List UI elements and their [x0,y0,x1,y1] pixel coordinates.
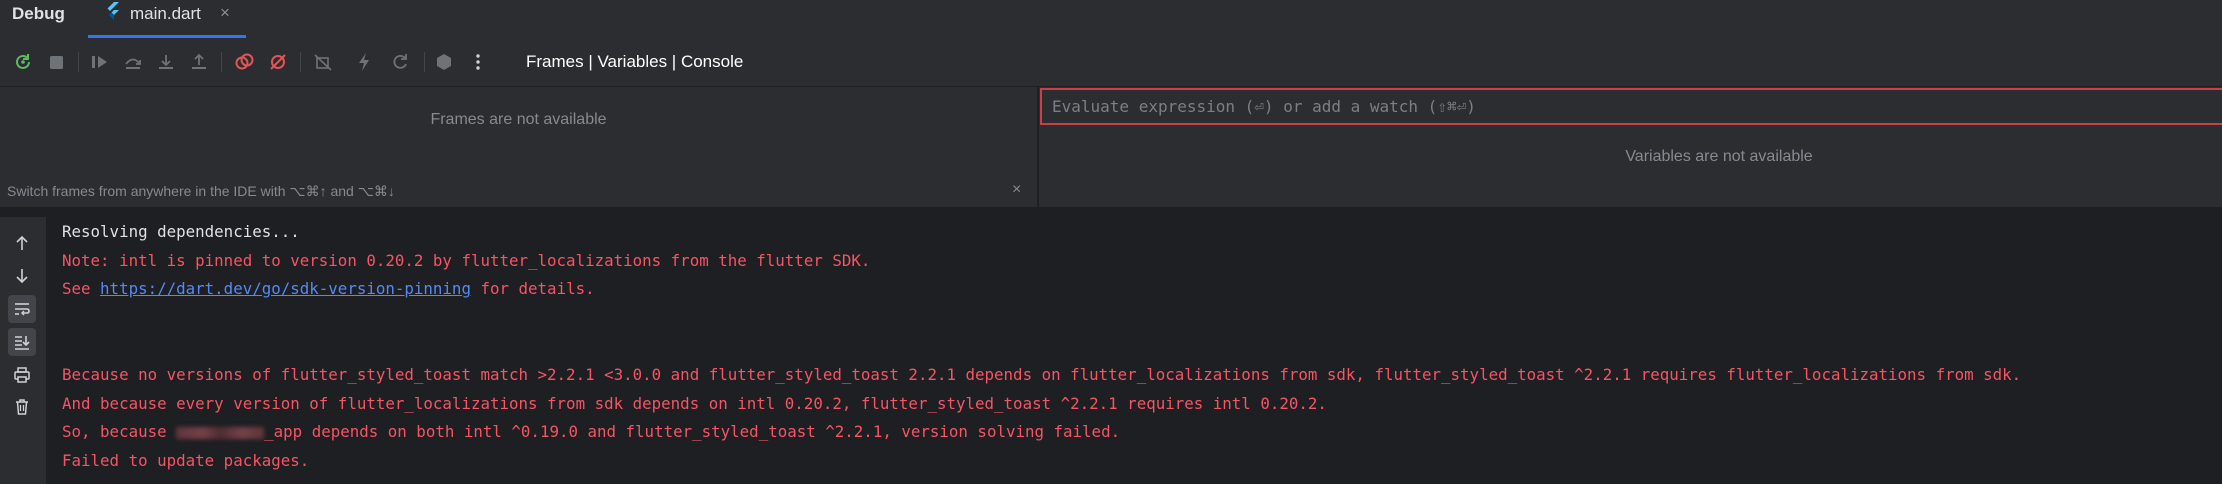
rerun-icon[interactable] [11,50,35,74]
hot-restart-icon[interactable] [388,50,412,74]
step-into-icon[interactable] [154,50,178,74]
scroll-to-end-icon[interactable] [8,328,36,356]
console-line: Note: intl is pinned to version 0.20.2 b… [62,251,871,270]
console-line: Because no versions of flutter_styled_to… [62,365,2022,384]
tab-bar: Debug main.dart × [0,0,2222,39]
view-breakpoints-icon[interactable] [232,50,256,74]
stop-icon[interactable] [44,50,68,74]
trash-icon[interactable] [8,393,36,421]
close-hint-icon[interactable]: × [1012,181,1021,199]
drop-frame-icon[interactable] [311,50,335,74]
tab-main-dart[interactable]: main.dart × [88,0,246,38]
console-line: And because every version of flutter_loc… [62,394,1327,413]
frames-empty-text: Frames are not available [430,111,607,128]
variables-empty-text: Variables are not available [1625,148,1813,165]
soft-wrap-icon[interactable] [8,295,36,323]
step-over-icon[interactable] [121,50,145,74]
resume-icon[interactable] [88,50,112,74]
tab-close-icon[interactable]: × [220,3,230,23]
console-splitter[interactable] [0,207,2222,217]
console-gutter [0,217,46,484]
up-arrow-icon[interactable] [8,229,36,257]
console-line: So, because _app depends on both intl ^0… [62,422,1121,441]
console-line: Resolving dependencies... [62,222,300,241]
devtools-icon[interactable] [432,50,456,74]
tool-window-title: Debug [12,4,65,23]
console-line: Failed to update packages. [62,451,310,470]
step-out-icon[interactable] [187,50,211,74]
console-output[interactable]: Resolving dependencies... Note: intl is … [46,217,2222,484]
redacted-text [176,426,265,439]
down-arrow-icon[interactable] [8,262,36,290]
console-line: See https://dart.dev/go/sdk-version-pinn… [62,279,595,298]
hot-reload-icon[interactable] [352,50,376,74]
more-options-icon[interactable] [466,50,490,74]
layout-tabs-label[interactable]: Frames | Variables | Console [526,52,743,72]
tab-label: main.dart [130,4,201,23]
sdk-version-pinning-link[interactable]: https://dart.dev/go/sdk-version-pinning [100,279,471,298]
flutter-icon [106,2,122,20]
print-icon[interactable] [8,361,36,389]
mute-breakpoints-icon[interactable] [266,50,290,74]
evaluate-expression-input[interactable] [1040,88,2222,125]
frames-hint-text: Switch frames from anywhere in the IDE w… [7,183,395,199]
frames-panel: Frames are not available Switch frames f… [0,87,1037,207]
debug-toolbar: Frames | Variables | Console [0,38,2222,87]
